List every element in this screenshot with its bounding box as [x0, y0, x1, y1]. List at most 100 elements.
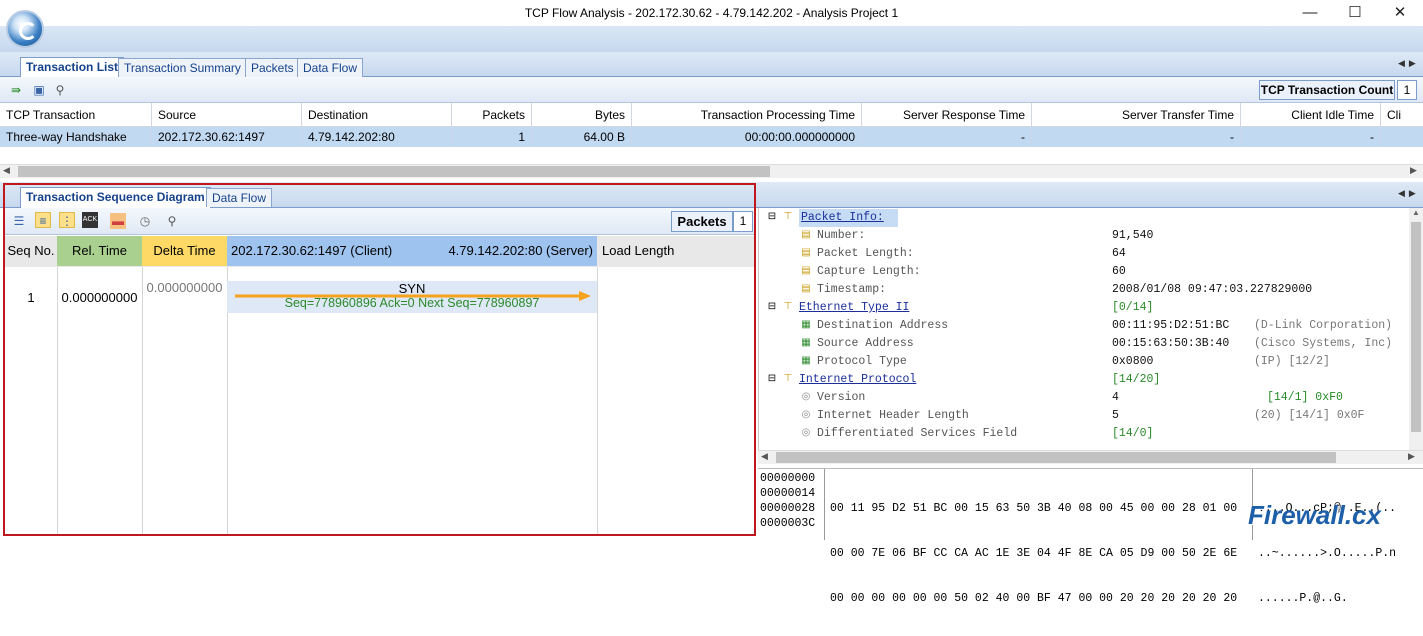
indent-list-icon[interactable]: ⋮	[59, 212, 75, 228]
bottom-tab-strip: Transaction Sequence Diagram Data Flow ◀…	[0, 182, 1423, 208]
tcp-transaction-count-label: TCP Transaction Count	[1259, 80, 1395, 100]
cell-client-idle: -	[1241, 127, 1381, 147]
tree-row[interactable]: ⊟ ⊤ Ethernet Type II [0/14]	[759, 299, 1409, 317]
collapse-icon[interactable]: ⊟	[765, 301, 779, 315]
ascii-line: ......P.@..G.	[1258, 592, 1390, 605]
tree-hscroll-thumb[interactable]	[776, 452, 1336, 463]
scrollbar-thumb[interactable]	[18, 166, 770, 177]
col-server-transfer-time[interactable]: Server Transfer Time	[1032, 103, 1241, 127]
bottom-tab-scroll-arrows[interactable]: ◀▶	[1398, 188, 1420, 199]
packet-arrow-row[interactable]: SYN Seq=778960896 Ack=0 Next Seq=7789608…	[227, 281, 597, 313]
tree-row[interactable]: ▤ Capture Length: 60	[759, 263, 1409, 281]
header-hosts: 202.172.30.62:1497 (Client) 4.79.142.202…	[227, 236, 597, 266]
col-tcp-transaction[interactable]: TCP Transaction	[0, 103, 152, 127]
close-button[interactable]: ✕	[1377, 2, 1423, 24]
ack-icon[interactable]: ACK	[82, 212, 98, 228]
sequence-diagram: Seq No. Rel. Time Delta Time 202.172.30.…	[5, 236, 754, 534]
cell-server-response: -	[862, 127, 1032, 147]
col-server-response-time[interactable]: Server Response Time	[862, 103, 1032, 127]
hex-line: 00 00 00 00 00 00 50 02 40 00 BF 47 00 0…	[830, 592, 1238, 605]
tree-row[interactable]: ◎ Version 4 [14/1] 0xF0	[759, 389, 1409, 407]
tree-extra: (D-Link Corporation)	[1254, 319, 1393, 332]
tree-row[interactable]: ⊟ ⊤ Internet Protocol [14/20]	[759, 371, 1409, 389]
bit-field-icon: ◎	[801, 428, 811, 439]
column-divider	[597, 267, 598, 534]
packet-detail: Seq=778960896 Ack=0 Next Seq=778960897	[284, 296, 540, 310]
tree-row[interactable]: ◎ Internet Header Length 5 (20) [14/1] 0x0F	[759, 407, 1409, 425]
tree-label: Destination Address	[817, 319, 949, 332]
title-bar: TCP Flow Analysis - 202.172.30.62 - 4.79…	[0, 0, 1423, 26]
tree-row[interactable]: ▤ Timestamp: 2008/01/08 09:47:03.227829000	[759, 281, 1409, 299]
col-client-truncated[interactable]: Cli	[1381, 103, 1423, 127]
tree-row[interactable]: ◎ Differentiated Services Field [14/0]	[759, 425, 1409, 443]
col-source[interactable]: Source	[152, 103, 302, 127]
scroll-left-arrow[interactable]: ◀	[3, 165, 10, 176]
tree-value: [14/20]	[1112, 373, 1161, 386]
search-icon[interactable]: ⚲	[52, 82, 68, 98]
collapse-icon[interactable]: ⊟	[765, 211, 779, 225]
tree-value: 00:15:63:50:3B:40	[1112, 337, 1230, 350]
info-icon: ▤	[801, 266, 811, 277]
col-client-idle-time[interactable]: Client Idle Time	[1241, 103, 1381, 127]
export-icon[interactable]: ⇛	[8, 82, 24, 98]
maximize-button[interactable]: ☐	[1332, 2, 1378, 24]
tree-horizontal-scrollbar[interactable]: ◀ ▶	[758, 450, 1423, 464]
table-row[interactable]: Three-way Handshake 202.172.30.62:1497 4…	[0, 127, 1423, 147]
tree-value: [14/0]	[1112, 427, 1154, 440]
tree-scroll-right[interactable]: ▶	[1408, 451, 1415, 462]
hex-ascii: ....Q...cP;@..E..(.. ..~......>.O.....P.…	[1258, 471, 1396, 636]
tree-extra: [14/1] 0xF0	[1267, 391, 1343, 404]
tree-scroll-thumb[interactable]	[1411, 222, 1421, 432]
tree-row[interactable]: ⊟ ⊤ Packet Info:	[759, 209, 1409, 227]
hex-offset: 00000028	[760, 502, 816, 515]
header-seq-no: Seq No.	[7, 243, 55, 258]
cell-server-transfer: -	[1032, 127, 1241, 147]
app-logo-button[interactable]	[6, 10, 44, 48]
table-horizontal-scrollbar[interactable]: ◀ ▶	[0, 164, 1423, 178]
tree-row[interactable]: ▦ Protocol Type 0x0800 (IP) [12/2]	[759, 353, 1409, 371]
hex-offset: 0000003C	[760, 517, 816, 530]
minimize-button[interactable]: —	[1287, 2, 1333, 24]
scroll-up-arrow[interactable]: ▲	[1412, 208, 1420, 217]
tree-label: Source Address	[817, 337, 914, 350]
transactions-table-header: TCP Transaction Source Destination Packe…	[0, 103, 1423, 127]
col-processing-time[interactable]: Transaction Processing Time	[632, 103, 862, 127]
cell-destination: 4.79.142.202:80	[302, 127, 452, 147]
tab-transaction-list[interactable]: Transaction List	[20, 57, 125, 78]
hex-bytes[interactable]: 00 11 95 D2 51 BC 00 15 63 50 3B 40 08 0…	[830, 471, 1237, 636]
tab-packets[interactable]: Packets	[245, 58, 300, 77]
list-icon[interactable]: ≡	[35, 212, 51, 228]
tree-row[interactable]: ▤ Number: 91,540	[759, 227, 1409, 245]
color-icon[interactable]: ▬	[110, 213, 126, 229]
col-destination[interactable]: Destination	[302, 103, 452, 127]
hex-divider	[824, 469, 825, 540]
clock-icon[interactable]: ◷	[137, 213, 153, 229]
tree-label: Packet Info:	[799, 209, 898, 227]
tab-data-flow-bottom[interactable]: Data Flow	[206, 188, 273, 207]
collapse-icon[interactable]: ⊟	[765, 373, 779, 387]
tree-row[interactable]: ▤ Packet Length: 64	[759, 245, 1409, 263]
tree-scroll-left[interactable]: ◀	[761, 451, 768, 462]
tab-transaction-summary[interactable]: Transaction Summary	[118, 58, 247, 77]
tree-row[interactable]: ▦ Source Address 00:15:63:50:3B:40 (Cisco S…	[759, 335, 1409, 353]
tab-transaction-sequence-diagram[interactable]: Transaction Sequence Diagram	[20, 187, 211, 208]
cell-processing-time: 00:00:00.000000000	[632, 127, 862, 147]
save-icon[interactable]: ▣	[31, 82, 47, 98]
col-packets[interactable]: Packets	[452, 103, 532, 127]
tab-scroll-arrows[interactable]: ◀▶	[1398, 58, 1420, 69]
field-icon: ▦	[801, 320, 811, 331]
zoom-icon[interactable]: ⚲	[164, 213, 180, 229]
properties-icon[interactable]: ☰	[11, 213, 27, 229]
col-bytes[interactable]: Bytes	[532, 103, 632, 127]
tree-label: Protocol Type	[817, 355, 907, 368]
firewall-cx-watermark: Firewall.cx	[1248, 500, 1381, 530]
header-load-length: Load Length	[602, 243, 675, 258]
packets-value: 1	[733, 211, 753, 232]
header-rel-time: Rel. Time	[57, 236, 142, 266]
tree-row[interactable]: ▦ Destination Address 00:11:95:D2:51:BC (D-…	[759, 317, 1409, 335]
tree-value: 2008/01/08 09:47:03.227829000	[1112, 283, 1313, 296]
tree-label: Differentiated Services Field	[817, 427, 1018, 440]
scroll-right-arrow[interactable]: ▶	[1410, 165, 1417, 176]
tab-data-flow[interactable]: Data Flow	[297, 58, 364, 77]
tree-vertical-scrollbar[interactable]: ▲	[1409, 208, 1423, 450]
